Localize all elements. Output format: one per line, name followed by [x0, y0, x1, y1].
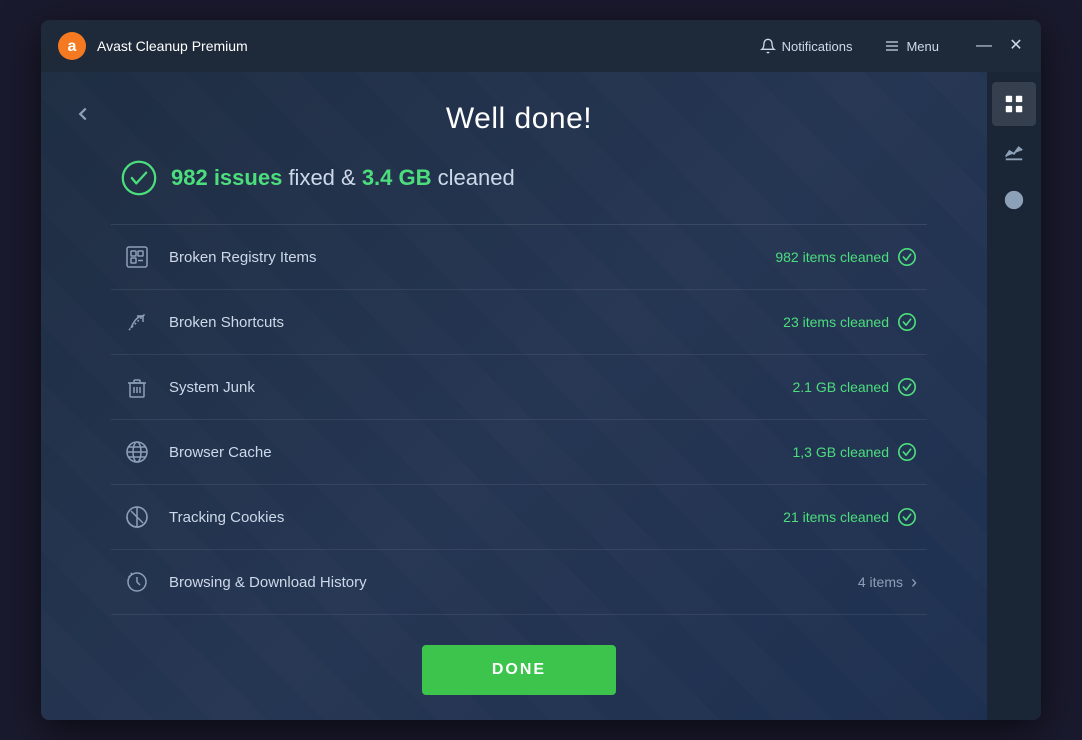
chevron-right-icon: ›	[911, 572, 917, 593]
broken-registry-status-text: 982 items cleaned	[775, 249, 889, 265]
system-junk-icon	[121, 371, 153, 403]
broken-shortcuts-status: 23 items cleaned	[783, 312, 917, 332]
summary-text: 982 issues fixed & 3.4 GB cleaned	[171, 165, 515, 191]
tracking-cookies-status-text: 21 items cleaned	[783, 509, 889, 525]
main-area: Well done! 982 issues fixed & 3.4 GB cle…	[41, 72, 1041, 720]
menu-label: Menu	[906, 39, 939, 54]
support-icon	[1003, 189, 1025, 211]
browser-cache-status-text: 1,3 GB cleaned	[792, 444, 889, 460]
done-button-wrapper: DONE	[422, 645, 616, 695]
browsing-history-status-text: 4 items	[858, 574, 903, 590]
support-button[interactable]	[992, 178, 1036, 222]
check-circle-icon	[897, 312, 917, 332]
done-button[interactable]: DONE	[422, 645, 616, 695]
broken-registry-icon	[121, 241, 153, 273]
bell-icon	[760, 38, 776, 54]
list-item: Broken Registry Items982 items cleaned	[111, 225, 927, 290]
tracking-cookies-name: Tracking Cookies	[169, 509, 783, 526]
broken-shortcuts-icon	[121, 306, 153, 338]
fixed-text: fixed &	[288, 165, 361, 190]
broken-shortcuts-name: Broken Shortcuts	[169, 314, 783, 331]
success-check-icon	[121, 160, 157, 196]
issues-count: 982 issues	[171, 165, 282, 190]
grid-icon	[1003, 93, 1025, 115]
svg-text:a: a	[68, 38, 77, 55]
browsing-history-icon	[121, 566, 153, 598]
menu-button[interactable]: Menu	[878, 34, 945, 58]
check-circle-icon	[897, 247, 917, 267]
list-item: Tracking Cookies21 items cleaned	[111, 485, 927, 550]
broken-registry-name: Broken Registry Items	[169, 249, 775, 266]
browser-cache-name: Browser Cache	[169, 444, 792, 461]
list-item: Broken Shortcuts23 items cleaned	[111, 290, 927, 355]
menu-icon	[884, 38, 900, 54]
titlebar: a Avast Cleanup Premium Notifications Me…	[41, 20, 1041, 72]
browser-cache-icon	[121, 436, 153, 468]
browsing-history-name: Browsing & Download History	[169, 574, 858, 591]
check-circle-icon	[897, 442, 917, 462]
browser-cache-status: 1,3 GB cleaned	[792, 442, 917, 462]
list-item: Browser Cache1,3 GB cleaned	[111, 420, 927, 485]
list-item: System Junk2.1 GB cleaned	[111, 355, 927, 420]
window-controls: — ✕	[975, 37, 1025, 55]
check-circle-icon	[897, 507, 917, 527]
broken-shortcuts-status-text: 23 items cleaned	[783, 314, 889, 330]
app-title: Avast Cleanup Premium	[97, 38, 754, 54]
tracking-cookies-status: 21 items cleaned	[783, 507, 917, 527]
statistics-button[interactable]	[992, 130, 1036, 174]
system-junk-name: System Junk	[169, 379, 792, 396]
app-window: a Avast Cleanup Premium Notifications Me…	[41, 20, 1041, 720]
notifications-button[interactable]: Notifications	[754, 34, 859, 58]
sidebar-right	[987, 72, 1041, 720]
check-circle-icon	[897, 377, 917, 397]
tracking-cookies-icon	[121, 501, 153, 533]
page-title: Well done!	[446, 102, 592, 136]
titlebar-actions: Notifications Menu — ✕	[754, 34, 1025, 58]
items-list: Broken Registry Items982 items cleaned B…	[111, 224, 927, 615]
back-button[interactable]	[61, 92, 105, 136]
system-junk-status-text: 2.1 GB cleaned	[792, 379, 889, 395]
chart-icon	[1003, 141, 1025, 163]
list-item[interactable]: Browsing & Download History4 items ›	[111, 550, 927, 615]
browsing-history-status: 4 items ›	[858, 572, 917, 593]
system-junk-status: 2.1 GB cleaned	[792, 377, 917, 397]
gb-count: 3.4 GB	[362, 165, 432, 190]
broken-registry-status: 982 items cleaned	[775, 247, 917, 267]
avast-logo: a	[57, 31, 87, 61]
content-area: Well done! 982 issues fixed & 3.4 GB cle…	[41, 72, 987, 720]
notifications-label: Notifications	[782, 39, 853, 54]
close-button[interactable]: ✕	[1007, 37, 1025, 55]
back-arrow-icon	[72, 103, 94, 125]
cleaned-text: cleaned	[438, 165, 515, 190]
grid-view-button[interactable]	[992, 82, 1036, 126]
minimize-button[interactable]: —	[975, 37, 993, 55]
summary-row: 982 issues fixed & 3.4 GB cleaned	[121, 160, 515, 196]
